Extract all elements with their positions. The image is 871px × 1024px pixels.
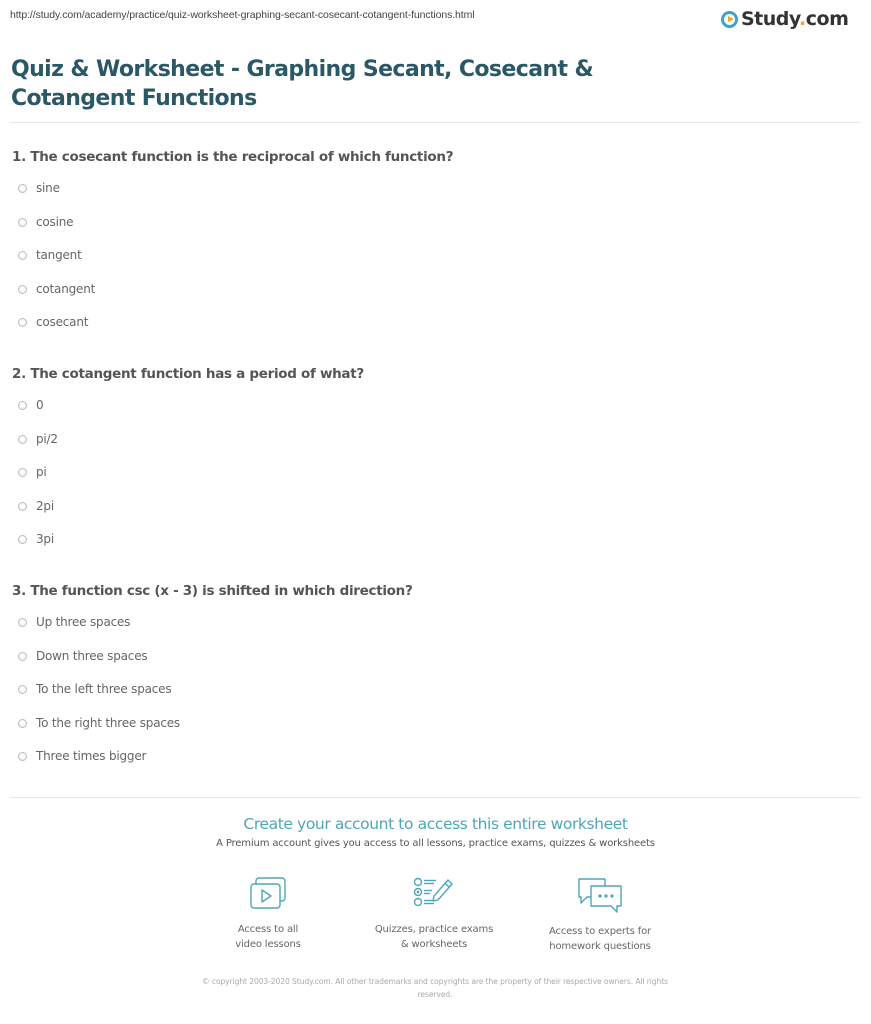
- answer-option[interactable]: 0: [12, 398, 364, 432]
- answer-label: pi/2: [36, 431, 58, 446]
- radio-button[interactable]: [18, 318, 27, 328]
- answer-label: To the right three spaces: [36, 715, 180, 730]
- answer-label: sine: [36, 181, 60, 195]
- feature-label: Quizzes, practice exams & worksheets: [374, 924, 494, 950]
- answer-label: cosecant: [36, 315, 89, 330]
- radio-button[interactable]: [18, 434, 27, 444]
- radio-button[interactable]: [18, 501, 27, 511]
- create-account-link[interactable]: Create your account to access this entir…: [0, 815, 871, 833]
- answer-label: Up three spaces: [36, 615, 131, 629]
- radio-button[interactable]: [18, 535, 27, 545]
- answer-option[interactable]: Down three spaces: [12, 649, 413, 683]
- feature-experts: Access to experts for homework questions: [520, 876, 680, 954]
- premium-description: A Premium account gives you access to al…: [216, 838, 655, 849]
- question-2: 2. The cotangent function has a period o…: [12, 366, 364, 566]
- answer-label: 3pi: [36, 532, 54, 547]
- answer-label: To the left three spaces: [36, 682, 172, 697]
- video-lessons-icon: [250, 877, 286, 909]
- answer-label: pi: [36, 465, 47, 480]
- answer-option[interactable]: 3pi: [12, 532, 364, 566]
- feature-label: Access to experts for homework questions: [548, 926, 652, 952]
- quiz-checklist-icon: [413, 877, 453, 907]
- logo-text: Study.com: [741, 8, 849, 30]
- answer-option[interactable]: Three times bigger: [12, 749, 413, 783]
- radio-button[interactable]: [18, 651, 27, 661]
- radio-button[interactable]: [18, 618, 27, 627]
- radio-button[interactable]: [18, 184, 27, 193]
- answer-label: cotangent: [36, 281, 96, 296]
- radio-button[interactable]: [18, 685, 27, 695]
- title-line-1: Quiz & Worksheet - Graphing Secant, Cose…: [11, 57, 594, 82]
- question-3: 3. The function csc (x - 3) is shifted i…: [12, 583, 413, 783]
- answer-option[interactable]: cotangent: [12, 282, 453, 316]
- title-line-2: Cotangent Functions: [11, 86, 257, 111]
- page-title: Quiz & Worksheet - Graphing Secant, Cose…: [11, 55, 611, 113]
- answer-option[interactable]: cosine: [12, 215, 453, 249]
- question-text: 2. The cotangent function has a period o…: [12, 366, 364, 382]
- radio-button[interactable]: [18, 752, 27, 762]
- answer-label: tangent: [36, 248, 82, 263]
- answer-option[interactable]: cosecant: [12, 315, 453, 349]
- question-text: 3. The function csc (x - 3) is shifted i…: [12, 583, 413, 599]
- answer-option[interactable]: To the right three spaces: [12, 716, 413, 750]
- answer-label: Three times bigger: [36, 749, 147, 764]
- answer-option[interactable]: Up three spaces: [12, 615, 413, 649]
- answer-option[interactable]: To the left three spaces: [12, 682, 413, 716]
- answer-option[interactable]: 2pi: [12, 499, 364, 533]
- answer-options: sine cosine tangent cotangent cosecant: [12, 181, 453, 349]
- answer-label: Down three spaces: [36, 648, 148, 663]
- question-text: 1. The cosecant function is the reciproc…: [12, 149, 454, 165]
- answer-option[interactable]: tangent: [12, 248, 453, 282]
- answer-options: 0 pi/2 pi 2pi 3pi: [12, 398, 364, 566]
- page-url: http://study.com/academy/practice/quiz-w…: [10, 9, 475, 21]
- answer-options: Up three spaces Down three spaces To the…: [12, 615, 413, 783]
- feature-video-lessons: Access to all video lessons: [188, 876, 348, 952]
- header-divider: [10, 122, 860, 123]
- radio-button[interactable]: [18, 468, 27, 478]
- feature-label: Access to all video lessons: [235, 924, 301, 950]
- question-1: 1. The cosecant function is the reciproc…: [12, 149, 454, 349]
- radio-button[interactable]: [18, 251, 27, 261]
- radio-button[interactable]: [18, 217, 27, 227]
- play-circle-icon: [721, 10, 738, 28]
- answer-label: 0: [36, 398, 44, 412]
- study-com-logo[interactable]: Study.com: [721, 6, 849, 32]
- answer-option[interactable]: pi/2: [12, 432, 364, 466]
- chat-bubbles-icon: [578, 878, 622, 913]
- radio-button[interactable]: [18, 284, 27, 294]
- radio-button[interactable]: [18, 718, 27, 728]
- answer-option[interactable]: pi: [12, 465, 364, 499]
- answer-label: 2pi: [36, 498, 54, 513]
- answer-label: cosine: [36, 214, 74, 229]
- feature-quizzes: Quizzes, practice exams & worksheets: [354, 876, 514, 952]
- copyright-notice: © copyright 2003-2020 Study.com. All oth…: [202, 977, 668, 999]
- content-divider: [10, 797, 860, 798]
- radio-button[interactable]: [18, 401, 27, 410]
- answer-option[interactable]: sine: [12, 181, 453, 215]
